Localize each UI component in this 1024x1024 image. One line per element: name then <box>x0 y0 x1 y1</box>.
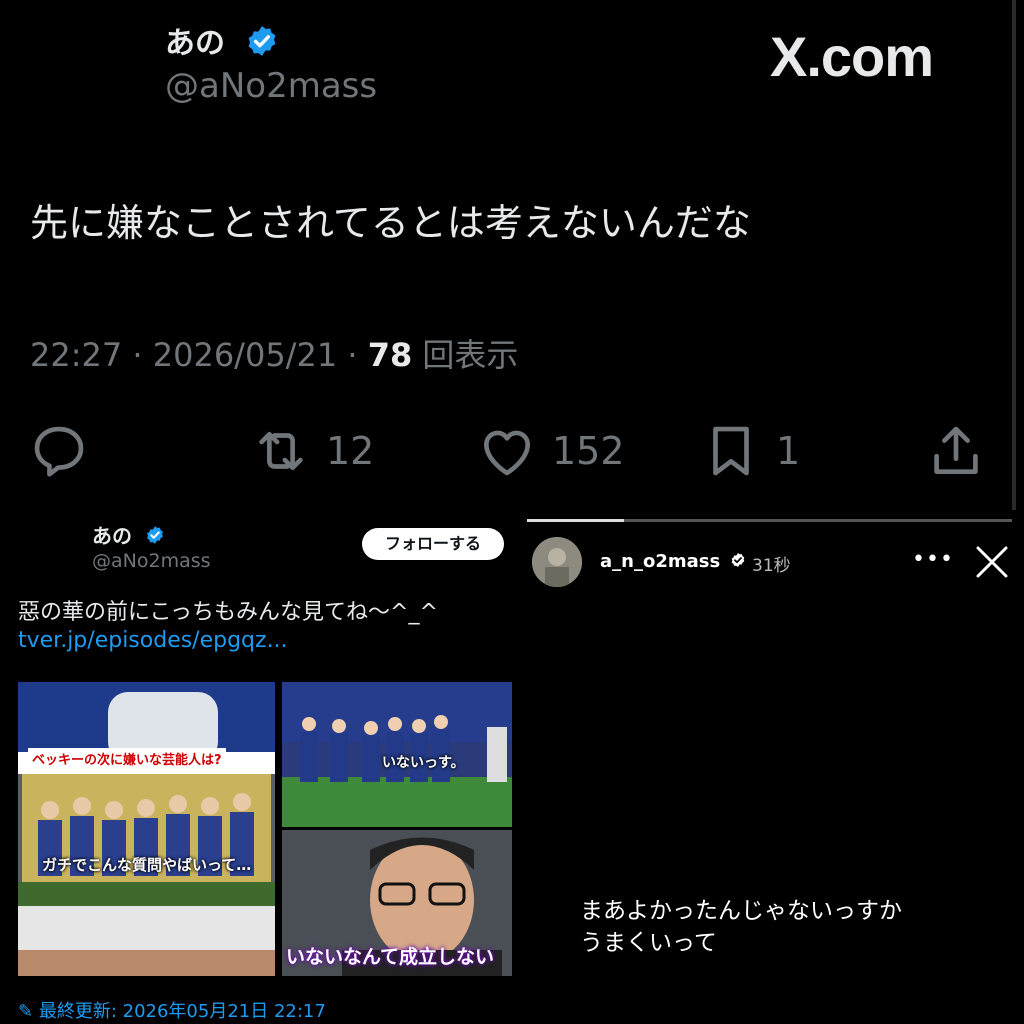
pencil-icon: ✎ <box>18 1001 34 1022</box>
view-count: 78 <box>367 336 413 374</box>
more-options-icon[interactable]: ••• <box>912 547 954 572</box>
story-username-text[interactable]: a_n_o2mass <box>600 551 720 572</box>
share-button[interactable] <box>925 420 987 482</box>
verified-badge-icon <box>245 24 279 66</box>
story-progress-fill <box>527 519 624 522</box>
media-subtitle: いないっす。 <box>382 755 465 771</box>
media-image-1[interactable]: ベッキーの次に嫌いな芸能人は? ガチでこんな質問やばいって… <box>18 682 275 976</box>
reply-button[interactable] <box>28 420 90 482</box>
share-icon <box>934 426 978 474</box>
retweet-count: 12 <box>326 429 375 473</box>
embed-author-name[interactable]: あの <box>92 520 165 550</box>
embed-author-handle[interactable]: @aNo2mass <box>92 550 211 572</box>
avatar-image <box>532 537 582 587</box>
last-updated: ✎ 最終更新: 2026年05月21日 22:17 <box>18 997 326 1023</box>
retweet-button[interactable]: 12 <box>250 420 374 482</box>
heart-icon <box>484 430 530 476</box>
tweet-author-name[interactable]: あの <box>165 18 279 66</box>
tweet-meta: 22:27 · 2026/05/21 · 78 回表示 <box>30 330 518 376</box>
close-icon[interactable] <box>972 542 1012 582</box>
bookmark-icon <box>713 426 749 476</box>
story-timestamp: 31秒 <box>752 556 791 576</box>
media-image-2[interactable]: いないっす。 <box>282 682 512 827</box>
media-subtitle: ガチでこんな質問やばいって… <box>42 856 252 874</box>
tweet-timestamp[interactable]: 22:27 · 2026/05/21 · <box>30 336 368 374</box>
bookmark-button[interactable]: 1 <box>700 420 800 482</box>
like-count: 152 <box>552 429 625 473</box>
last-updated-text: 最終更新: 2026年05月21日 22:17 <box>38 1001 326 1022</box>
story-caption-line: まあよかったんじゃないっすか <box>580 898 902 924</box>
site-logo: X.com <box>770 25 934 88</box>
like-button[interactable]: 152 <box>476 420 625 482</box>
verified-badge-icon <box>730 552 746 573</box>
tv-show-screenshot-1 <box>18 682 275 976</box>
embed-tweet-link[interactable]: tver.jp/episodes/epgqz... <box>18 628 288 653</box>
panel-divider <box>1012 0 1016 510</box>
media-image-3[interactable]: いないなんて成立しない <box>282 830 512 976</box>
retweet-icon <box>259 431 303 471</box>
bookmark-count: 1 <box>776 429 801 473</box>
follow-button[interactable]: フォローする <box>362 528 504 560</box>
story-caption: まあよかったんじゃないっすか うまくいって <box>580 895 902 959</box>
media-banner-caption: ベッキーの次に嫌いな芸能人は? <box>28 748 226 769</box>
story-caption-line: うまくいって <box>580 930 717 956</box>
verified-badge-icon <box>145 525 165 550</box>
story-username[interactable]: a_n_o2mass <box>600 551 746 573</box>
reply-icon <box>34 426 84 477</box>
tweet-author-handle[interactable]: @aNo2mass <box>165 66 377 106</box>
embed-tweet-text: 惡の華の前にこっちもみんな見てね〜^_^ <box>18 600 438 625</box>
author-name-text[interactable]: あの <box>165 26 225 61</box>
media-subtitle: いないなんて成立しない <box>286 946 495 968</box>
embed-author-name-text[interactable]: あの <box>92 524 132 548</box>
avatar[interactable] <box>532 537 582 587</box>
tweet-text: 先に嫌なことされてるとは考えないんだな <box>30 201 751 245</box>
view-label: 回表示 <box>412 336 519 374</box>
